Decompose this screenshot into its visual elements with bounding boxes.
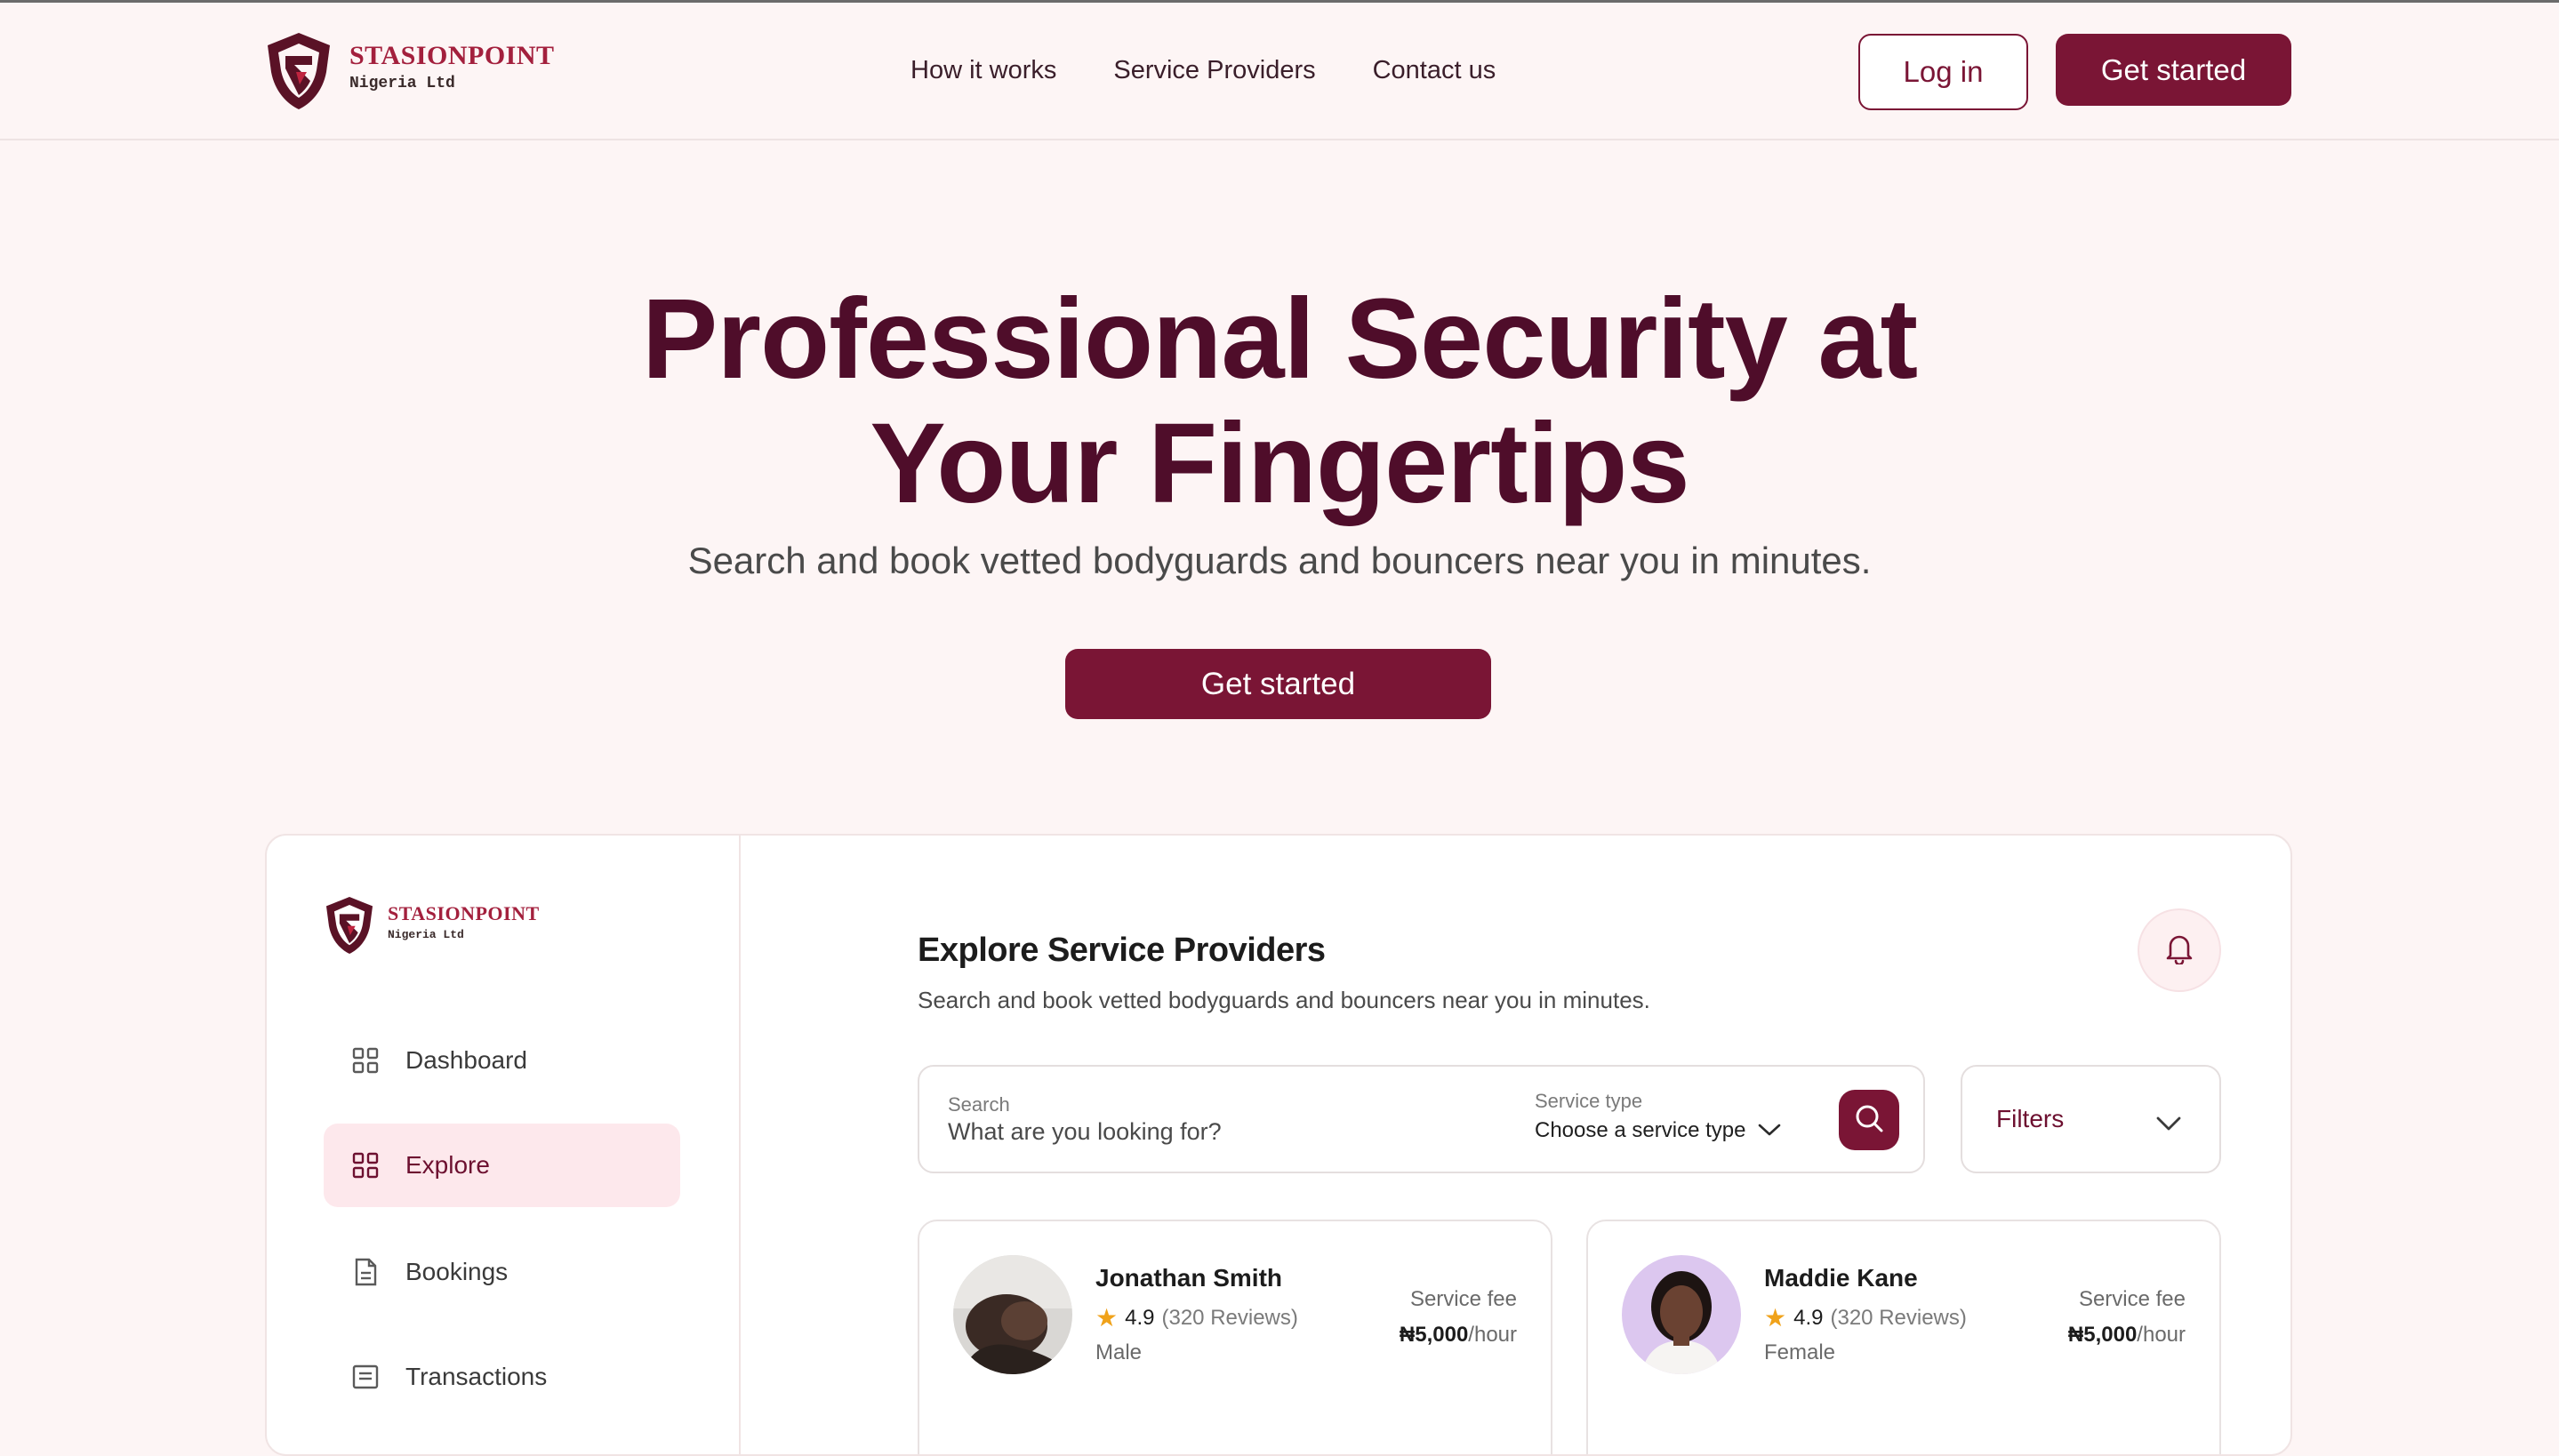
service-fee-label: Service fee [2078, 1287, 2186, 1311]
fee-unit: /hour [2137, 1323, 2186, 1347]
service-type-label: Service type [1535, 1090, 1643, 1112]
brand-subtitle: Nigeria Ltd [349, 75, 455, 92]
brand-name: STASIONPOINT [349, 41, 555, 70]
hero-get-started-button[interactable]: Get started [1065, 649, 1491, 719]
sidebar-brand-subtitle: Nigeria Ltd [388, 928, 464, 941]
rating-value: 4.9 [1793, 1305, 1824, 1330]
provider-gender: Male [1095, 1340, 1143, 1364]
service-type-value: Choose a service type [1535, 1118, 1746, 1142]
filters-label: Filters [1996, 1105, 2065, 1132]
login-button[interactable]: Log in [1858, 34, 2028, 110]
search-button[interactable] [1839, 1090, 1899, 1150]
search-label: Search [948, 1093, 1010, 1116]
explore-title: Explore Service Providers [918, 932, 1326, 969]
hero-title: Professional Security at Your Fingertips [568, 277, 1991, 526]
star-icon: ★ [1764, 1304, 1787, 1332]
sidebar-item-bookings[interactable]: Bookings [324, 1230, 680, 1314]
provider-avatar [1622, 1255, 1741, 1374]
fee-amount: ₦5,000 [2067, 1323, 2138, 1347]
fee-amount: ₦5,000 [1399, 1323, 1469, 1347]
search-icon [1854, 1103, 1884, 1138]
provider-avatar [953, 1255, 1072, 1374]
sidebar-item-label: Transactions [405, 1363, 548, 1390]
review-count: (320 Reviews) [1830, 1305, 1967, 1330]
bell-icon [2164, 932, 2194, 969]
shield-logo-icon [264, 29, 333, 113]
receipt-icon [350, 1362, 381, 1392]
sidebar-item-transactions[interactable]: Transactions [324, 1335, 680, 1419]
provider-gender: Female [1764, 1340, 1836, 1364]
service-fee: ₦5,000/hour [1400, 1323, 1517, 1348]
provider-name: Jonathan Smith [1095, 1264, 1283, 1292]
nav-link-how-it-works[interactable]: How it works [910, 56, 1056, 85]
star-icon: ★ [1095, 1304, 1119, 1332]
grid-icon [350, 1045, 381, 1076]
notifications-button[interactable] [2138, 908, 2221, 992]
shield-logo-icon [324, 894, 375, 956]
hero-title-line-1: Professional Security at [641, 276, 1918, 403]
chevron-down-icon [2155, 1109, 2182, 1138]
nav-link-service-providers[interactable]: Service Providers [1113, 56, 1315, 85]
document-icon [350, 1257, 381, 1287]
sidebar-brand-name: STASIONPOINT [388, 902, 540, 924]
dashboard-preview: STASIONPOINT Nigeria Ltd Dashboard Explo… [265, 834, 2292, 1456]
search-input[interactable] [948, 1118, 1446, 1146]
top-navbar: STASIONPOINT Nigeria Ltd How it works Se… [0, 3, 2559, 140]
provider-name: Maddie Kane [1764, 1264, 1918, 1292]
fee-unit: /hour [1468, 1323, 1517, 1347]
sidebar-item-label: Explore [405, 1151, 490, 1179]
service-fee-label: Service fee [1409, 1287, 1517, 1311]
provider-rating: ★ 4.9 (320 Reviews) [1764, 1303, 1967, 1332]
filters-dropdown[interactable]: Filters [1961, 1065, 2221, 1173]
provider-card[interactable]: Maddie Kane ★ 4.9 (320 Reviews) Female S… [1586, 1220, 2221, 1454]
sidebar-brand-logo[interactable]: STASIONPOINT Nigeria Ltd [324, 894, 540, 956]
explore-subtitle: Search and book vetted bodyguards and bo… [918, 987, 1650, 1013]
nav-get-started-button[interactable]: Get started [2056, 34, 2291, 106]
search-bar: Search Service type Choose a service typ… [918, 1065, 1925, 1173]
sidebar: STASIONPOINT Nigeria Ltd Dashboard Explo… [267, 836, 741, 1454]
grid-icon [350, 1150, 381, 1180]
brand-logo[interactable]: STASIONPOINT Nigeria Ltd [264, 29, 555, 113]
hero-subtitle: Search and book vetted bodyguards and bo… [687, 540, 1872, 581]
nav-link-contact-us[interactable]: Contact us [1373, 56, 1496, 85]
rating-value: 4.9 [1125, 1305, 1155, 1330]
sidebar-item-explore[interactable]: Explore [324, 1124, 680, 1207]
sidebar-item-label: Bookings [405, 1258, 509, 1285]
service-fee: ₦5,000/hour [2068, 1323, 2186, 1348]
chevron-down-icon [1758, 1118, 1781, 1143]
provider-rating: ★ 4.9 (320 Reviews) [1095, 1303, 1298, 1332]
hero-title-line-2: Your Fingertips [870, 400, 1689, 527]
sidebar-item-label: Dashboard [405, 1046, 527, 1074]
review-count: (320 Reviews) [1161, 1305, 1298, 1330]
sidebar-item-dashboard[interactable]: Dashboard [324, 1019, 680, 1102]
nav-links: How it works Service Providers Contact u… [910, 56, 1552, 85]
provider-card[interactable]: Jonathan Smith ★ 4.9 (320 Reviews) Male … [918, 1220, 1552, 1454]
service-type-select[interactable]: Choose a service type [1535, 1118, 1781, 1143]
